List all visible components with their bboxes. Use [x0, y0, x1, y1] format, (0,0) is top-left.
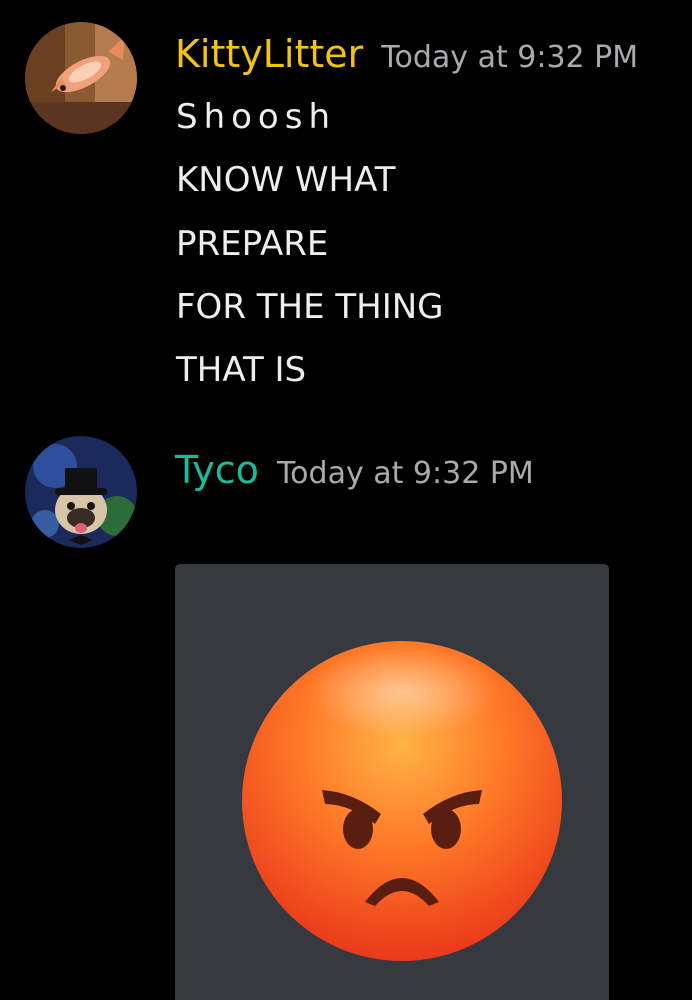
message-line: PREPARE	[176, 224, 329, 264]
message-line: FOR THE THING	[176, 287, 444, 327]
message-header: KittyLitter Today at 9:32 PM	[175, 32, 638, 76]
angry-face-emoji	[242, 641, 562, 961]
timestamp: Today at 9:32 PM	[276, 456, 534, 491]
message-line: THAT IS	[176, 350, 307, 390]
message-line: Shoosh	[176, 97, 336, 137]
fish-avatar[interactable]	[25, 22, 137, 134]
image-attachment[interactable]	[175, 564, 609, 1000]
username[interactable]: Tyco	[175, 448, 259, 492]
message-header: Tyco Today at 9:32 PM	[175, 448, 534, 492]
timestamp: Today at 9:32 PM	[381, 40, 639, 75]
message-line: KNOW WHAT	[176, 160, 396, 200]
pug-top-hat-avatar[interactable]	[25, 436, 137, 548]
username[interactable]: KittyLitter	[175, 32, 363, 76]
chat-log: KittyLitter Today at 9:32 PM Shoosh KNOW …	[0, 0, 692, 1000]
